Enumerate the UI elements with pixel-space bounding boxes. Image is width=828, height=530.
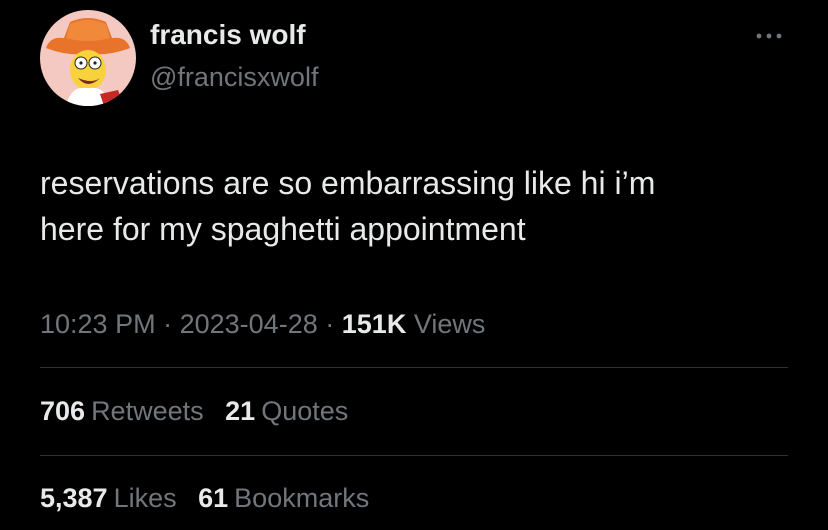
tweet-text-line: reservations are so embarrassing like hi…: [40, 165, 656, 201]
engagement-stats-row-2: 5,387 Likes 61 Bookmarks: [40, 480, 383, 516]
tweet-text-line: here for my spaghetti appointment: [40, 211, 526, 247]
author-handle[interactable]: @francisxwolf: [150, 60, 318, 94]
bookmarks-stat[interactable]: 61 Bookmarks: [198, 483, 369, 513]
views-count: 151K: [341, 309, 407, 339]
author-display-name[interactable]: francis wolf: [150, 18, 306, 52]
retweets-label: Retweets: [91, 396, 204, 426]
divider: [40, 367, 788, 368]
tweet-time[interactable]: 10:23 PM: [40, 309, 156, 339]
tweet-metadata: 10:23 PM · 2023-04-28 · 151K Views: [40, 306, 485, 342]
more-horizontal-icon[interactable]: [752, 24, 786, 48]
meta-separator: ·: [163, 309, 173, 339]
quotes-stat[interactable]: 21 Quotes: [225, 396, 348, 426]
quotes-count: 21: [225, 396, 256, 426]
retweets-count: 706: [40, 396, 86, 426]
tweet-date[interactable]: 2023-04-28: [180, 309, 318, 339]
retweets-stat[interactable]: 706 Retweets: [40, 396, 204, 426]
likes-stat[interactable]: 5,387 Likes: [40, 483, 177, 513]
quotes-label: Quotes: [261, 396, 349, 426]
bookmarks-label: Bookmarks: [234, 483, 370, 513]
avatar[interactable]: [40, 10, 136, 106]
meta-separator: ·: [325, 309, 335, 339]
divider: [40, 455, 788, 456]
likes-label: Likes: [113, 483, 177, 513]
bookmarks-count: 61: [198, 483, 229, 513]
likes-count: 5,387: [40, 483, 108, 513]
engagement-stats-row-1: 706 Retweets 21 Quotes: [40, 393, 362, 429]
views-label: Views: [413, 309, 486, 339]
tweet-text: reservations are so embarrassing like hi…: [40, 160, 800, 252]
cartoon-character-cowboy-hat-avatar-icon: [40, 10, 136, 106]
